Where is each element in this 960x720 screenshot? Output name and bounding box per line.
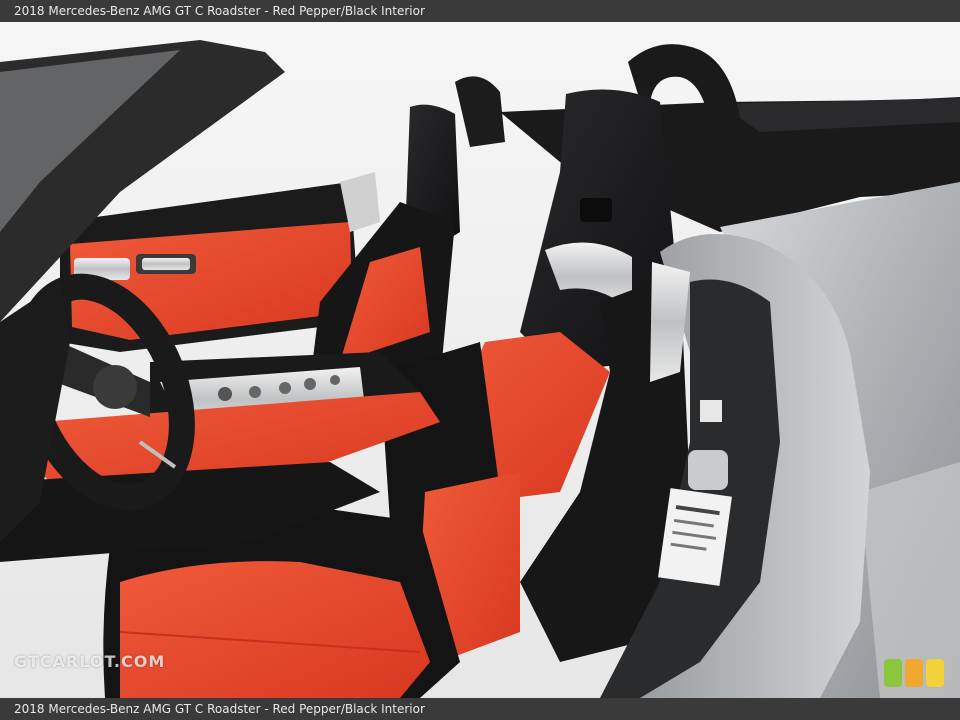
badge-orange-icon	[905, 659, 923, 687]
seat-vent	[580, 198, 612, 222]
caption-top: 2018 Mercedes-Benz AMG GT C Roadster - R…	[0, 0, 960, 22]
watermark-logo: GTCARLOT.COM	[14, 652, 166, 671]
badge-yellow-icon	[926, 659, 944, 687]
badge-green-icon	[884, 659, 902, 687]
door-striker-icon	[688, 450, 728, 490]
caption-bottom: 2018 Mercedes-Benz AMG GT C Roadster - R…	[0, 698, 960, 720]
color-badge-icon	[884, 659, 946, 687]
car-interior-photo	[0, 22, 960, 698]
